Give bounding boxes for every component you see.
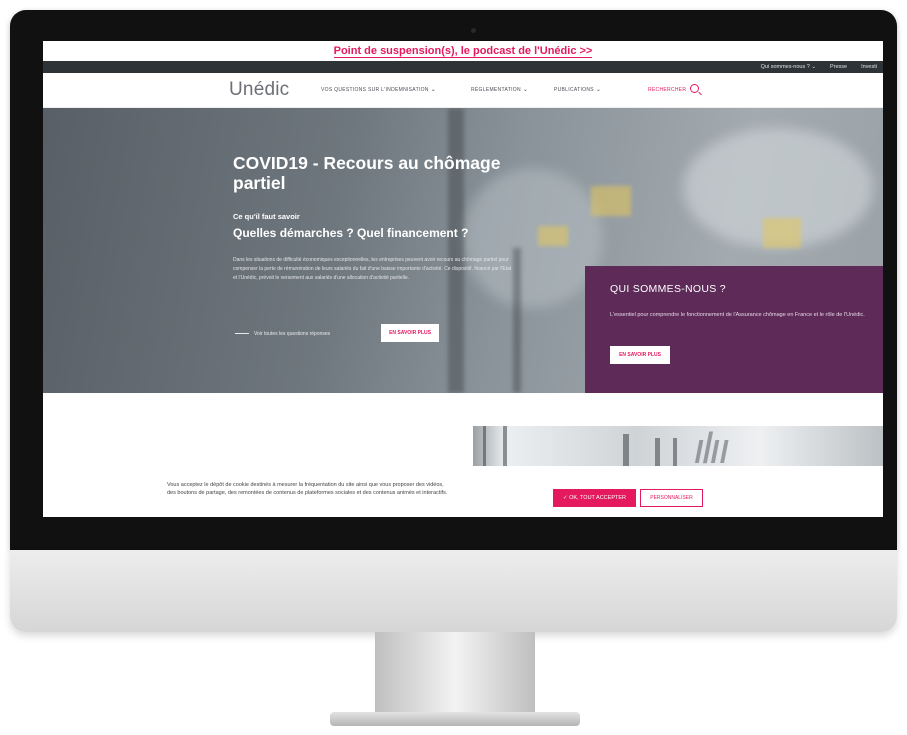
nav-item-label: Vos questions sur l'indemnisation bbox=[321, 87, 429, 93]
hero-learn-more-button[interactable]: EN SAVOIR PLUS bbox=[381, 324, 439, 342]
hero-bg-shelf bbox=[591, 186, 631, 216]
chevron-down-icon: ⌄ bbox=[522, 87, 529, 93]
monitor-chin bbox=[10, 550, 897, 632]
nav-item-publications[interactable]: Publications ⌄ bbox=[554, 86, 601, 93]
nav-item-indemnisation[interactable]: Vos questions sur l'indemnisation ⌄ bbox=[321, 86, 436, 93]
monitor-foot bbox=[330, 712, 580, 726]
customize-cookies-button[interactable]: PERSONNALISER bbox=[640, 489, 703, 507]
building-detail bbox=[623, 434, 629, 466]
building-detail bbox=[673, 438, 677, 466]
hero-kicker: Ce qu'il faut savoir bbox=[233, 212, 300, 221]
topbar-link-about[interactable]: Qui sommes-nous ? ⌄ bbox=[761, 64, 816, 70]
hero-title: COVID19 - Recours au chômage partiel bbox=[233, 153, 501, 193]
search-button[interactable]: Rechercher bbox=[648, 84, 700, 93]
hero-banner: COVID19 - Recours au chômage partiel Ce … bbox=[43, 108, 883, 393]
building-lettering: ılıı bbox=[693, 426, 730, 466]
unedic-building-image: ılıı bbox=[473, 426, 883, 466]
nav-item-label: Réglementation bbox=[471, 87, 521, 93]
nav-item-label: Publications bbox=[554, 87, 594, 93]
hero-subtitle: Quelles démarches ? Quel financement ? bbox=[233, 226, 469, 240]
building-detail bbox=[655, 438, 660, 466]
about-panel: QUI SOMMES-NOUS ? L'essentiel pour compr… bbox=[585, 266, 883, 393]
podcast-banner: Point de suspension(s), le podcast de l'… bbox=[43, 41, 883, 61]
camera-icon bbox=[471, 28, 476, 33]
topbar-link-investors[interactable]: Investi bbox=[861, 64, 877, 70]
hero-bg-pillar bbox=[448, 108, 464, 393]
nav-item-reglementation[interactable]: Réglementation ⌄ bbox=[471, 86, 528, 93]
about-text: L'essentiel pour comprendre le fonctionn… bbox=[610, 312, 865, 318]
browser-screen: Point de suspension(s), le podcast de l'… bbox=[43, 41, 883, 517]
chevron-down-icon: ⌄ bbox=[595, 87, 602, 93]
hero-body-text: Dans les situations de difficulté économ… bbox=[233, 257, 512, 281]
hero-bg-pillar bbox=[513, 248, 521, 393]
arrow-right-icon bbox=[235, 333, 249, 335]
chevron-down-icon: ⌄ bbox=[430, 87, 437, 93]
accept-all-cookies-button[interactable]: ✓ OK, TOUT ACCEPTER bbox=[553, 489, 636, 507]
hero-bg-shelf bbox=[763, 218, 801, 248]
unedic-logo[interactable]: Unédic bbox=[229, 79, 289, 101]
all-questions-label: Voir toutes les questions réponses bbox=[254, 331, 331, 337]
building-detail bbox=[483, 426, 486, 466]
main-navigation: Unédic Vos questions sur l'indemnisation… bbox=[43, 73, 883, 108]
cookie-consent-text: Vous acceptez le dépôt de cookie destiné… bbox=[167, 482, 448, 496]
search-icon bbox=[690, 84, 700, 93]
about-learn-more-button[interactable]: EN SAVOIR PLUS bbox=[610, 346, 670, 364]
about-title: QUI SOMMES-NOUS ? bbox=[610, 283, 726, 295]
utility-bar: Qui sommes-nous ? ⌄ Presse Investi bbox=[43, 61, 883, 73]
topbar-link-press[interactable]: Presse bbox=[830, 64, 847, 70]
building-detail bbox=[503, 426, 507, 466]
podcast-link[interactable]: Point de suspension(s), le podcast de l'… bbox=[333, 45, 593, 58]
monitor-stand bbox=[375, 632, 535, 714]
hero-bg-shelf bbox=[538, 226, 568, 246]
search-label: Rechercher bbox=[648, 87, 687, 93]
all-questions-link[interactable]: Voir toutes les questions réponses bbox=[235, 331, 330, 337]
